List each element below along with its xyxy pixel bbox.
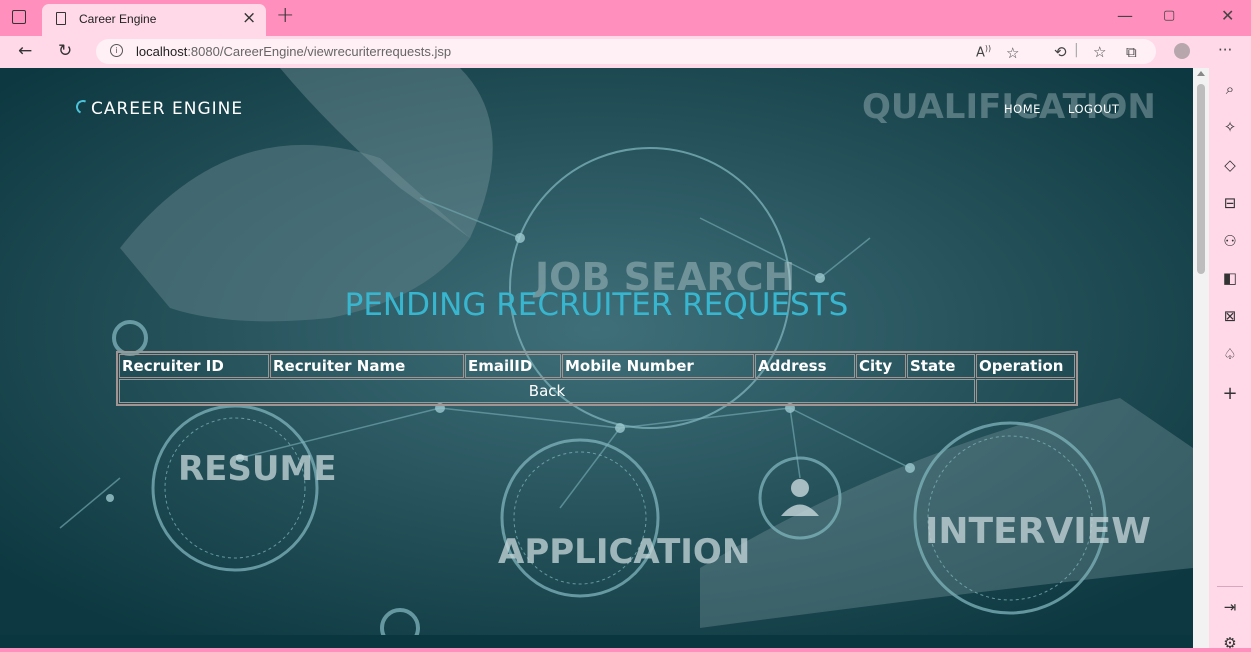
scroll-up-icon[interactable] <box>1197 71 1205 76</box>
back-link[interactable]: Back <box>119 379 975 403</box>
browser-tab-bar: Career Engine × + — ▢ ✕ <box>0 0 1251 36</box>
nav-logout-link[interactable]: LOGOUT <box>1068 102 1119 116</box>
minimize-icon[interactable]: — <box>1117 6 1133 25</box>
col-city: City <box>856 354 906 378</box>
browser-tab[interactable]: Career Engine × <box>42 4 266 36</box>
close-window-icon[interactable]: ✕ <box>1221 6 1234 25</box>
url-host: localhost <box>136 44 188 59</box>
bg-word-resume: RESUME <box>178 449 337 489</box>
add-icon[interactable]: + <box>1209 383 1251 404</box>
page-title: PENDING RECRUITER REQUESTS <box>344 287 849 323</box>
profile-icon[interactable] <box>1174 43 1190 59</box>
col-operation: Operation <box>976 354 1075 378</box>
col-recruiter-name: Recruiter Name <box>270 354 464 378</box>
page-scrollbar[interactable] <box>1193 68 1209 648</box>
bell-icon[interactable]: ♤ <box>1209 345 1251 363</box>
sparkle-icon[interactable]: ✧ <box>1209 118 1251 136</box>
browser-sidebar: ⌕ ✧ ◇ ⊟ ⚇ ◧ ⊠ ♤ + ⇥ ⚙ <box>1209 68 1251 652</box>
back-icon[interactable]: ← <box>18 41 32 61</box>
table-header-row: Recruiter ID Recruiter Name EmailID Mobi… <box>119 354 1075 378</box>
col-address: Address <box>755 354 855 378</box>
briefcase-icon[interactable]: ⊟ <box>1209 194 1251 212</box>
collections-icon[interactable]: ⧉ <box>1126 43 1137 61</box>
office-icon[interactable]: ◧ <box>1209 269 1251 287</box>
table-row: Back <box>119 379 1075 403</box>
col-recruiter-id: Recruiter ID <box>119 354 269 378</box>
favorites-icon[interactable]: ☆ <box>1093 43 1106 61</box>
toolbar-divider: | <box>1074 42 1079 58</box>
address-toolbar: ← ↻ i localhost:8080/CareerEngine/viewre… <box>0 36 1251 68</box>
tab-title: Career Engine <box>79 12 157 26</box>
close-tab-icon[interactable]: × <box>242 8 256 28</box>
bg-word-application: APPLICATION <box>498 532 750 572</box>
favorites-add-icon[interactable]: ☆ <box>1006 44 1019 62</box>
url-text[interactable]: localhost:8080/CareerEngine/viewrecurite… <box>136 44 451 59</box>
new-tab-icon[interactable]: + <box>276 3 294 28</box>
scrollbar-thumb[interactable] <box>1197 84 1205 274</box>
people-icon[interactable]: ⚇ <box>1209 232 1251 250</box>
extensions-icon[interactable]: ⟲ <box>1054 43 1067 61</box>
refresh-icon[interactable]: ↻ <box>58 41 72 61</box>
nav-home-link[interactable]: HOME <box>1004 102 1041 116</box>
col-email-id: EmailID <box>465 354 561 378</box>
brand-name: CAREER ENGINE <box>91 99 244 119</box>
bg-word-interview: INTERVIEW <box>925 511 1151 552</box>
search-icon[interactable]: ⌕ <box>1209 80 1251 98</box>
tag-icon[interactable]: ◇ <box>1209 156 1251 174</box>
split-screen-icon[interactable]: ⇥ <box>1209 598 1251 616</box>
brand-logo[interactable]: CAREER ENGINE <box>74 98 244 119</box>
address-bar[interactable]: i localhost:8080/CareerEngine/viewrecuri… <box>96 39 1156 64</box>
restore-icon[interactable]: ▢ <box>1163 8 1175 23</box>
info-icon[interactable]: i <box>110 44 123 57</box>
page-viewport: QUALIFICATION JOB SEARCH RESUME APPLICAT… <box>0 68 1193 648</box>
recruiter-requests-table: Recruiter ID Recruiter Name EmailID Mobi… <box>116 351 1078 406</box>
url-path: :8080/CareerEngine/viewrecuriterrequests… <box>187 44 452 59</box>
tab-actions-icon[interactable] <box>12 10 26 24</box>
page-icon <box>56 12 66 25</box>
logo-mark-icon <box>74 98 92 116</box>
settings-icon[interactable]: ⚙ <box>1209 634 1251 652</box>
col-state: State <box>907 354 975 378</box>
sidebar-divider <box>1217 586 1243 587</box>
read-aloud-label: A <box>976 45 985 61</box>
col-mobile-number: Mobile Number <box>562 354 754 378</box>
more-icon[interactable]: ··· <box>1218 41 1232 59</box>
table-cell-empty <box>976 379 1075 403</box>
outlook-icon[interactable]: ⊠ <box>1209 307 1251 325</box>
read-aloud-icon[interactable]: A)) <box>976 44 991 60</box>
